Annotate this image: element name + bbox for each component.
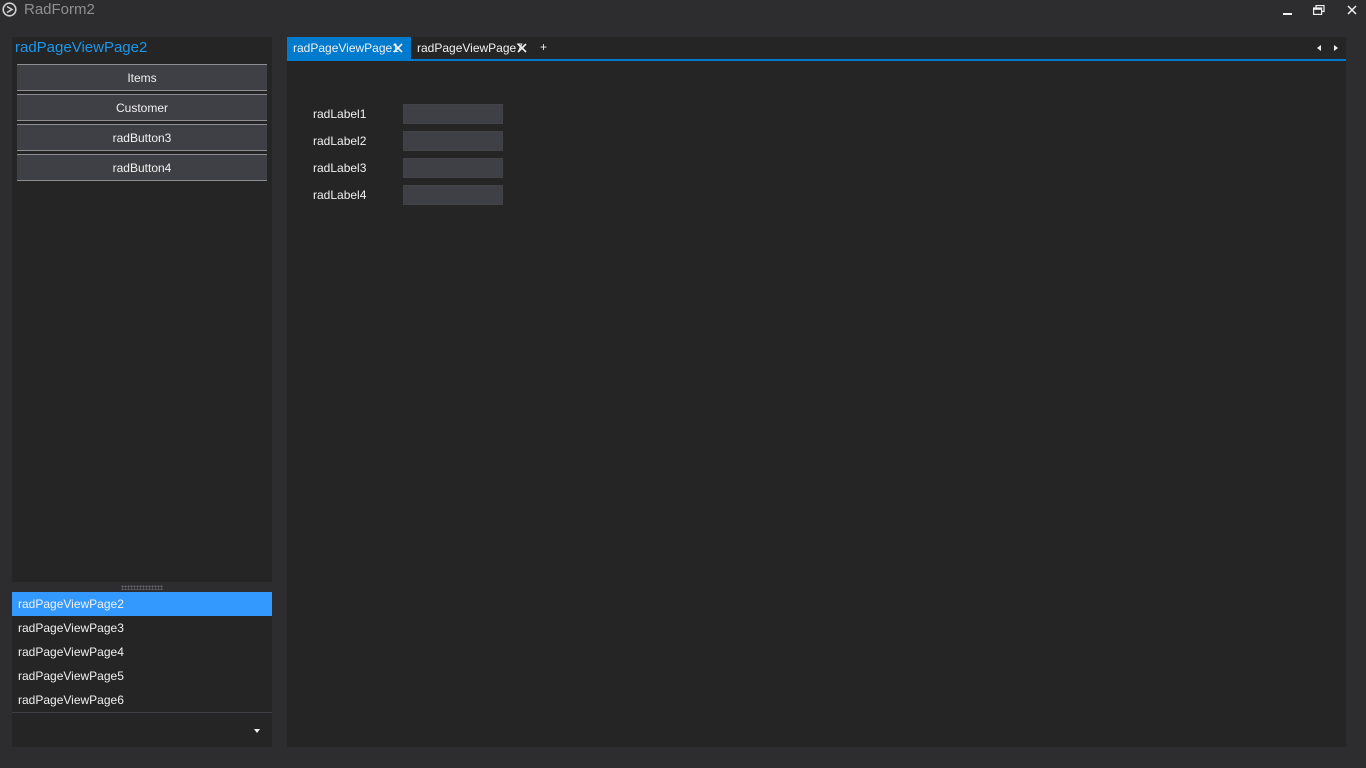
radbutton3-button[interactable]: radButton3 [17, 124, 267, 151]
splitter-grip-icon[interactable] [121, 585, 163, 590]
nav-panel-title: radPageViewPage2 [15, 39, 148, 56]
radbutton4-button[interactable]: radButton4 [17, 154, 267, 181]
minimize-button[interactable] [1273, 0, 1303, 20]
add-tab-button[interactable]: + [540, 40, 547, 54]
page-list-item-page6[interactable]: radPageViewPage6 [12, 688, 272, 712]
navigation-panel: radPageViewPage2 Items Customer radButto… [12, 37, 272, 582]
restore-icon [1313, 5, 1325, 15]
items-button[interactable]: Items [17, 64, 267, 91]
panel-splitter[interactable] [12, 582, 272, 592]
tab-strip: radPageViewPage1 radPageViewPage7 + [287, 37, 1346, 61]
tab-label: radPageViewPage1 [293, 41, 399, 55]
minimize-icon [1283, 13, 1292, 15]
page-list-item-page2[interactable]: radPageViewPage2 [12, 592, 272, 616]
app-logo-icon [2, 2, 17, 17]
close-button[interactable] [1337, 0, 1366, 20]
tab-close-icon[interactable] [392, 42, 404, 54]
field-label: radLabel4 [313, 188, 367, 202]
restore-button[interactable] [1304, 0, 1334, 20]
field-label: radLabel3 [313, 161, 367, 175]
page-list: radPageViewPage2 radPageViewPage3 radPag… [12, 592, 272, 712]
tab-label: radPageViewPage7 [417, 41, 523, 55]
title-bar: RadForm2 [0, 0, 1366, 22]
text-field-3[interactable] [403, 158, 503, 178]
field-label: radLabel2 [313, 134, 367, 148]
page-list-item-page5[interactable]: radPageViewPage5 [12, 664, 272, 688]
text-field-2[interactable] [403, 131, 503, 151]
scroll-left-icon[interactable] [1316, 44, 1322, 52]
close-icon [1347, 5, 1357, 15]
overflow-dropdown-icon[interactable] [252, 727, 262, 735]
window-title: RadForm2 [24, 1, 95, 18]
tab-view: radPageViewPage1 radPageViewPage7 + radL… [287, 37, 1346, 747]
tab-radpageviewpage7[interactable]: radPageViewPage7 [411, 37, 531, 59]
page-list-item-page4[interactable]: radPageViewPage4 [12, 640, 272, 664]
customer-button[interactable]: Customer [17, 94, 267, 121]
field-label: radLabel1 [313, 107, 367, 121]
tab-close-icon[interactable] [516, 42, 528, 54]
page-overflow-strip [12, 712, 272, 747]
scroll-right-icon[interactable] [1333, 44, 1339, 52]
tab-radpageviewpage1[interactable]: radPageViewPage1 [287, 37, 411, 59]
text-field-1[interactable] [403, 104, 503, 124]
text-field-4[interactable] [403, 185, 503, 205]
page-list-item-page3[interactable]: radPageViewPage3 [12, 616, 272, 640]
